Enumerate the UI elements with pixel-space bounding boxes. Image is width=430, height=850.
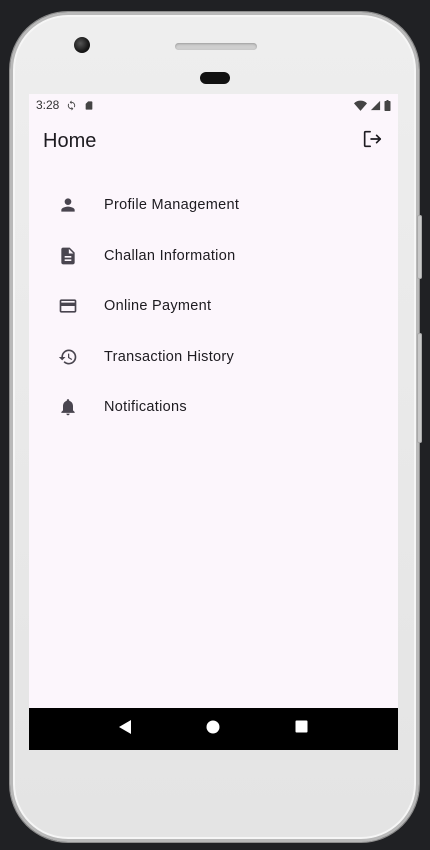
menu-item-transaction-history[interactable]: Transaction History xyxy=(29,332,398,383)
signal-icon xyxy=(370,100,381,111)
front-camera xyxy=(74,37,90,53)
recents-icon xyxy=(295,720,308,738)
menu-item-label: Transaction History xyxy=(104,348,235,365)
bell-icon xyxy=(58,397,78,417)
credit-card-icon xyxy=(58,296,78,316)
battery-icon xyxy=(384,99,391,111)
home-menu: Profile Management Challan Information O… xyxy=(29,180,398,433)
menu-item-label: Online Payment xyxy=(104,298,212,315)
menu-item-challan-information[interactable]: Challan Information xyxy=(29,231,398,282)
logout-icon xyxy=(361,128,383,155)
menu-item-profile-management[interactable]: Profile Management xyxy=(29,180,398,231)
wifi-icon xyxy=(354,100,367,111)
volume-rocker[interactable] xyxy=(417,333,422,443)
sim-card-icon xyxy=(84,100,94,111)
nav-back-button[interactable] xyxy=(113,717,137,741)
sync-icon xyxy=(66,99,77,111)
home-icon xyxy=(206,720,220,739)
menu-item-online-payment[interactable]: Online Payment xyxy=(29,281,398,332)
menu-item-label: Challan Information xyxy=(104,247,236,264)
proximity-sensor xyxy=(200,72,230,84)
history-icon xyxy=(58,347,78,367)
nav-home-button[interactable] xyxy=(201,717,225,741)
earpiece-speaker xyxy=(175,43,257,50)
menu-item-label: Notifications xyxy=(104,399,187,416)
back-icon xyxy=(118,719,132,740)
system-nav-bar xyxy=(29,708,398,750)
page-title: Home xyxy=(43,129,97,152)
app-screen: 3:28 Home Profile Management Challan Inf… xyxy=(29,94,398,750)
document-icon xyxy=(58,246,78,266)
nav-recents-button[interactable] xyxy=(290,717,314,741)
status-bar: 3:28 xyxy=(29,94,398,116)
person-icon xyxy=(58,195,78,215)
power-button[interactable] xyxy=(417,215,422,279)
logout-button[interactable] xyxy=(356,125,388,157)
app-bar: Home xyxy=(29,116,398,166)
menu-item-label: Profile Management xyxy=(104,197,240,214)
status-time: 3:28 xyxy=(36,98,60,112)
menu-item-notifications[interactable]: Notifications xyxy=(29,382,398,433)
